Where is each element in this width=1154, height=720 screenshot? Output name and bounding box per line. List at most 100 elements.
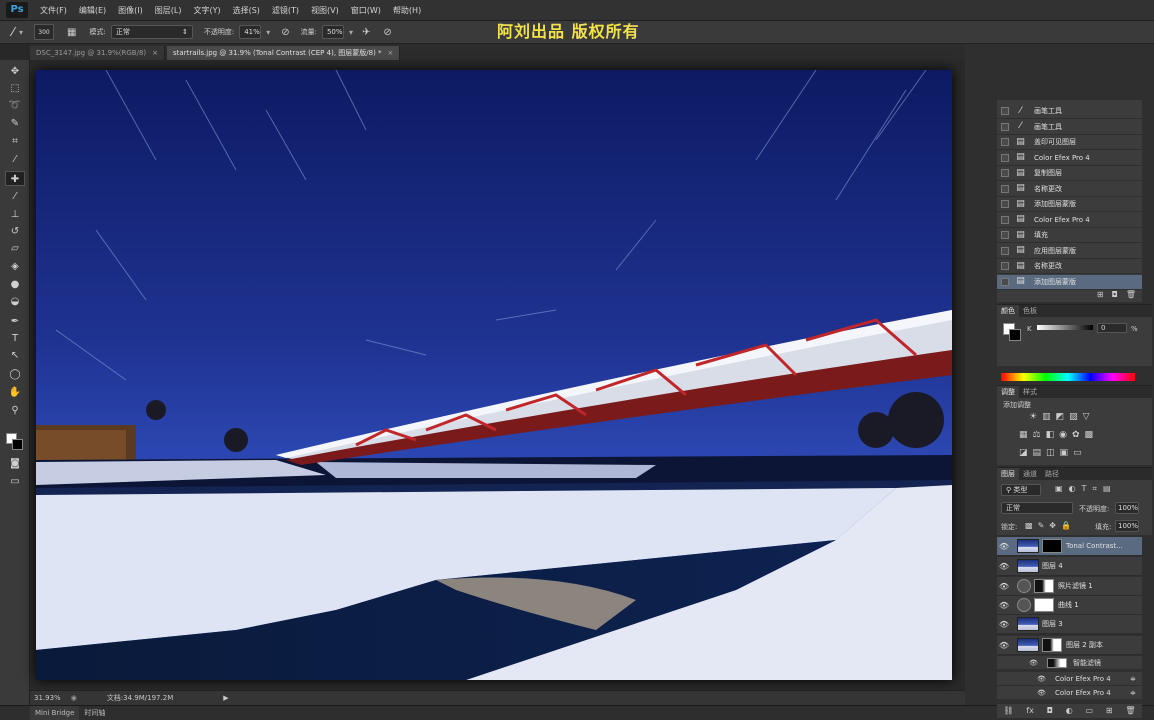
tab-channels[interactable]: 通道 <box>1019 468 1041 480</box>
layer-mask-thumbnail[interactable] <box>1034 598 1054 612</box>
menu-item[interactable]: 帮助(H) <box>387 0 427 21</box>
k-value-input[interactable]: 0 <box>1097 323 1127 333</box>
new-document-from-state-icon[interactable]: ⊞ <box>1097 290 1104 302</box>
tool-preset-dropdown-icon[interactable]: ▾ <box>19 28 23 37</box>
eye-icon[interactable]: 👁 <box>1037 675 1055 683</box>
tab-styles[interactable]: 样式 <box>1019 386 1041 398</box>
history-brush-tool-icon[interactable]: ↺ <box>5 224 25 239</box>
history-item[interactable]: ▤ 名称更改 <box>997 259 1142 274</box>
history-source-checkbox[interactable] <box>1001 215 1009 224</box>
history-source-checkbox[interactable] <box>1001 122 1009 131</box>
tab-layers[interactable]: 图层 <box>997 468 1019 480</box>
paint-bucket-tool-icon[interactable]: ◈ <box>5 259 25 274</box>
pixel-filter-icon[interactable]: ▣ <box>1055 484 1063 494</box>
menu-item[interactable]: 窗口(W) <box>345 0 387 21</box>
eye-icon[interactable]: 👁 <box>997 562 1011 571</box>
dodge-tool-icon[interactable]: ◒ <box>5 294 25 309</box>
history-item[interactable]: ▤ 名称更改 <box>997 182 1142 197</box>
lasso-tool-icon[interactable]: ➰ <box>5 98 25 113</box>
eye-icon[interactable]: 👁 <box>997 582 1011 591</box>
flow-input[interactable]: 50% <box>321 25 344 39</box>
layer-row[interactable]: 👁 图层 3 <box>997 615 1142 634</box>
layer-thumbnail[interactable] <box>1017 539 1039 553</box>
type-tool-icon[interactable]: T <box>5 331 25 346</box>
blend-mode-select[interactable]: 正常 <box>1001 502 1073 514</box>
move-tool-icon[interactable]: ✥ <box>5 64 25 79</box>
type-filter-icon[interactable]: T <box>1082 484 1087 494</box>
layer-mask-thumbnail[interactable] <box>1042 539 1062 553</box>
color-lookup-icon[interactable]: ▩ <box>1085 430 1094 440</box>
color-bg-swatch[interactable] <box>1009 329 1021 341</box>
ellipse-tool-icon[interactable]: ◯ <box>5 367 25 382</box>
new-group-icon[interactable]: ▭ <box>1086 704 1094 718</box>
close-icon[interactable]: × <box>388 49 394 57</box>
quick-select-tool-icon[interactable]: ✎ <box>5 116 25 131</box>
history-item[interactable]: ⁄ 画笔工具 <box>997 120 1142 135</box>
history-item[interactable]: ▤ 添加图层蒙版 <box>997 197 1142 212</box>
photo-filter-icon[interactable]: ◉ <box>1059 430 1067 440</box>
eye-icon[interactable]: 👁 <box>997 542 1011 551</box>
menu-item[interactable]: 图层(L) <box>149 0 188 21</box>
menu-item[interactable]: 滤镜(T) <box>266 0 305 21</box>
path-select-tool-icon[interactable]: ↖ <box>5 348 25 363</box>
history-source-checkbox[interactable] <box>1001 184 1009 193</box>
background-color-swatch[interactable] <box>12 439 23 450</box>
delete-layer-icon[interactable]: 🗑 <box>1125 704 1135 718</box>
layer-row[interactable]: 👁 曲线 1 <box>997 596 1142 615</box>
color-ramp[interactable] <box>1001 373 1135 381</box>
fill-input[interactable]: 100% <box>1115 520 1139 532</box>
layer-filter-select[interactable]: ⚲ 类型 <box>1001 484 1041 496</box>
eraser-tool-icon[interactable]: ▱ <box>5 241 25 256</box>
history-item[interactable]: ⁄ 画笔工具 <box>997 104 1142 119</box>
brush-tool-icon[interactable]: ⁄ <box>5 189 25 204</box>
layer-thumbnail[interactable] <box>1017 559 1039 573</box>
tab-startrails[interactable]: startrails.jpg @ 31.9% (Tonal Contrast (… <box>167 46 401 60</box>
history-source-checkbox[interactable] <box>1001 200 1009 208</box>
history-source-checkbox[interactable] <box>1001 277 1009 286</box>
lock-transparent-icon[interactable]: ▩ <box>1025 521 1033 530</box>
layer-thumbnail[interactable] <box>1017 638 1039 652</box>
history-item[interactable]: ▤ 填充 <box>997 228 1142 243</box>
menu-item[interactable]: 选择(S) <box>227 0 266 21</box>
channel-mixer-icon[interactable]: ✿ <box>1072 430 1080 440</box>
tab-timeline[interactable]: 时间轴 <box>79 706 110 720</box>
zoom-tool-icon[interactable]: ⚲ <box>5 403 25 418</box>
layer-row[interactable]: 👁 图层 2 副本 <box>997 636 1142 655</box>
eye-icon[interactable]: 👁 <box>997 601 1011 610</box>
status-menu-arrow-icon[interactable]: ▶ <box>223 694 228 702</box>
hue-sat-icon[interactable]: ▦ <box>1019 430 1028 440</box>
pen-tool-icon[interactable]: ✒ <box>5 314 25 329</box>
color-balance-icon[interactable]: ⚖ <box>1033 430 1041 440</box>
menu-item[interactable]: 文件(F) <box>34 0 73 21</box>
posterize-icon[interactable]: ▤ <box>1033 448 1042 458</box>
tab-color[interactable]: 颜色 <box>997 305 1019 317</box>
mode-select[interactable]: 正常 ⇕ <box>110 25 193 39</box>
history-source-checkbox[interactable] <box>1001 153 1009 162</box>
curves-icon[interactable]: ◩ <box>1056 412 1065 422</box>
pressure-size-icon[interactable]: ⊘ <box>383 27 391 38</box>
quick-mask-icon[interactable]: ◙ <box>5 456 25 471</box>
trash-icon[interactable]: 🗑 <box>1126 290 1136 302</box>
lock-position-icon[interactable]: ✥ <box>1049 521 1056 530</box>
history-item[interactable]: ▤ 盖印可见图层 <box>997 135 1142 150</box>
opacity-input[interactable]: 41% <box>239 25 262 39</box>
eye-icon[interactable]: 👁 <box>1029 659 1047 667</box>
healing-brush-tool-icon[interactable]: ✚ <box>5 171 25 186</box>
tab-mini-bridge[interactable]: Mini Bridge <box>30 705 80 720</box>
history-item[interactable]: ▤ 复制图层 <box>997 166 1142 181</box>
hand-tool-icon[interactable]: ✋ <box>5 385 25 400</box>
shape-filter-icon[interactable]: ⌗ <box>1092 484 1097 494</box>
smart-filter-item[interactable]: 👁 Color Efex Pro 4 ≑ <box>997 672 1142 685</box>
pressure-opacity-icon[interactable]: ⊘ <box>281 27 289 38</box>
smart-filter-mask[interactable] <box>1047 657 1067 668</box>
new-adjustment-icon[interactable]: ◐ <box>1066 704 1073 718</box>
brush-size-picker[interactable]: 300 <box>34 24 55 40</box>
eye-icon[interactable]: 👁 <box>1037 689 1055 697</box>
menu-item[interactable]: 视图(V) <box>305 0 345 21</box>
k-slider[interactable] <box>1037 325 1093 330</box>
flow-dropdown-icon[interactable]: ▾ <box>349 28 353 37</box>
history-source-checkbox[interactable] <box>1001 169 1009 177</box>
status-info-icon[interactable]: ◉ <box>71 694 77 702</box>
layer-thumbnail[interactable] <box>1017 617 1039 631</box>
layer-row[interactable]: 👁 图层 4 <box>997 557 1142 576</box>
